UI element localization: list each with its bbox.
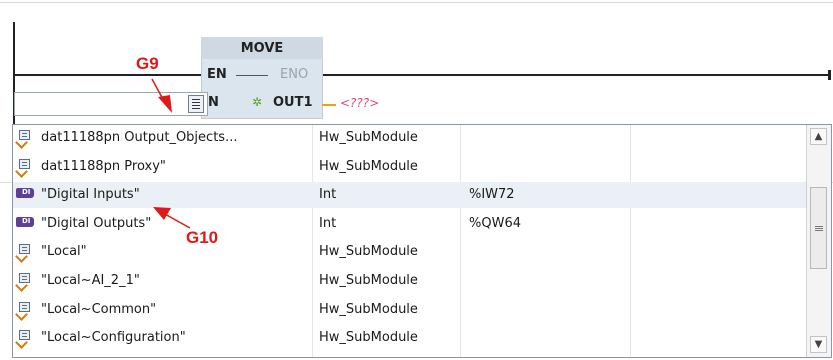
submodule-icon [15,130,31,149]
pin-in-label: N [208,95,219,110]
tag-icon [16,188,34,199]
list-item[interactable]: "Local" Hw_SubModule [13,239,808,265]
item-type: Hw_SubModule [319,273,418,288]
operand-list-button[interactable] [188,95,204,113]
item-type: Int [319,187,337,203]
list-item[interactable]: "Digital Inputs" Int %IW72 [13,182,808,209]
tag-icon [16,216,34,227]
scroll-up-icon[interactable]: ▲ [810,128,827,145]
item-type: Hw_SubModule [319,330,418,346]
item-name: "Local~Configuration" [41,330,186,346]
en-eno-line [236,75,268,76]
top-divider [0,2,833,3]
item-name: "Local" [41,244,87,260]
list-item[interactable]: "Local~AI_2_1" Hw_SubModule [13,268,808,294]
output-gear-icon: ✲ [252,95,263,109]
list-item[interactable]: "Local~Configuration" Hw_SubModule [13,325,808,351]
annotation-g10: G10 [186,228,219,247]
scroll-thumb[interactable] [810,187,827,269]
item-name: dat11188pn Output_Objects... [41,130,238,145]
item-name: "Local~Common" [41,301,157,317]
item-name: "Digital Outputs" [41,215,152,231]
vertical-scrollbar[interactable]: ▲ ▼ [806,125,831,357]
submodule-icon [15,330,31,350]
out1-parameter-placeholder[interactable]: <???> [340,96,379,110]
out1-connection-line [322,104,336,106]
move-block-title: MOVE [240,41,284,56]
list-item[interactable]: "Local~Common" Hw_SubModule [13,297,808,323]
rung-line-right [322,74,830,76]
item-type: Hw_SubModule [319,158,418,174]
operand-dropdown-list[interactable]: dat11188pn Output_Objects... Hw_SubModule… [12,124,832,358]
annotation-g9: G9 [136,54,159,73]
item-type: Hw_SubModule [319,130,418,145]
item-type: Hw_SubModule [319,244,418,260]
item-name: "Digital Inputs" [41,187,140,203]
rung-end-marker [828,70,831,80]
pin-eno-label: ENO [280,67,309,82]
item-name: dat11188pn Proxy" [41,158,166,174]
item-address: %IW72 [469,187,515,203]
item-address: %QW64 [469,215,521,231]
operand-input[interactable] [14,92,208,116]
pin-out1-label: OUT1 [273,95,313,110]
item-name: "Local~AI_2_1" [41,273,140,288]
list-item[interactable]: dat11188pn Output_Objects... Hw_SubModule [13,125,808,151]
list-item[interactable]: "Digital Outputs" Int %QW64 [13,211,808,237]
pin-en-label: EN [207,67,227,82]
scroll-down-icon[interactable]: ▼ [810,336,827,353]
item-type: Int [319,215,337,231]
submodule-icon [15,273,31,292]
submodule-icon [15,301,31,321]
submodule-icon [15,244,31,264]
item-type: Hw_SubModule [319,301,418,317]
submodule-icon [15,158,31,178]
rung-line-left [13,74,201,76]
list-item[interactable]: dat11188pn Proxy" Hw_SubModule [13,154,808,180]
